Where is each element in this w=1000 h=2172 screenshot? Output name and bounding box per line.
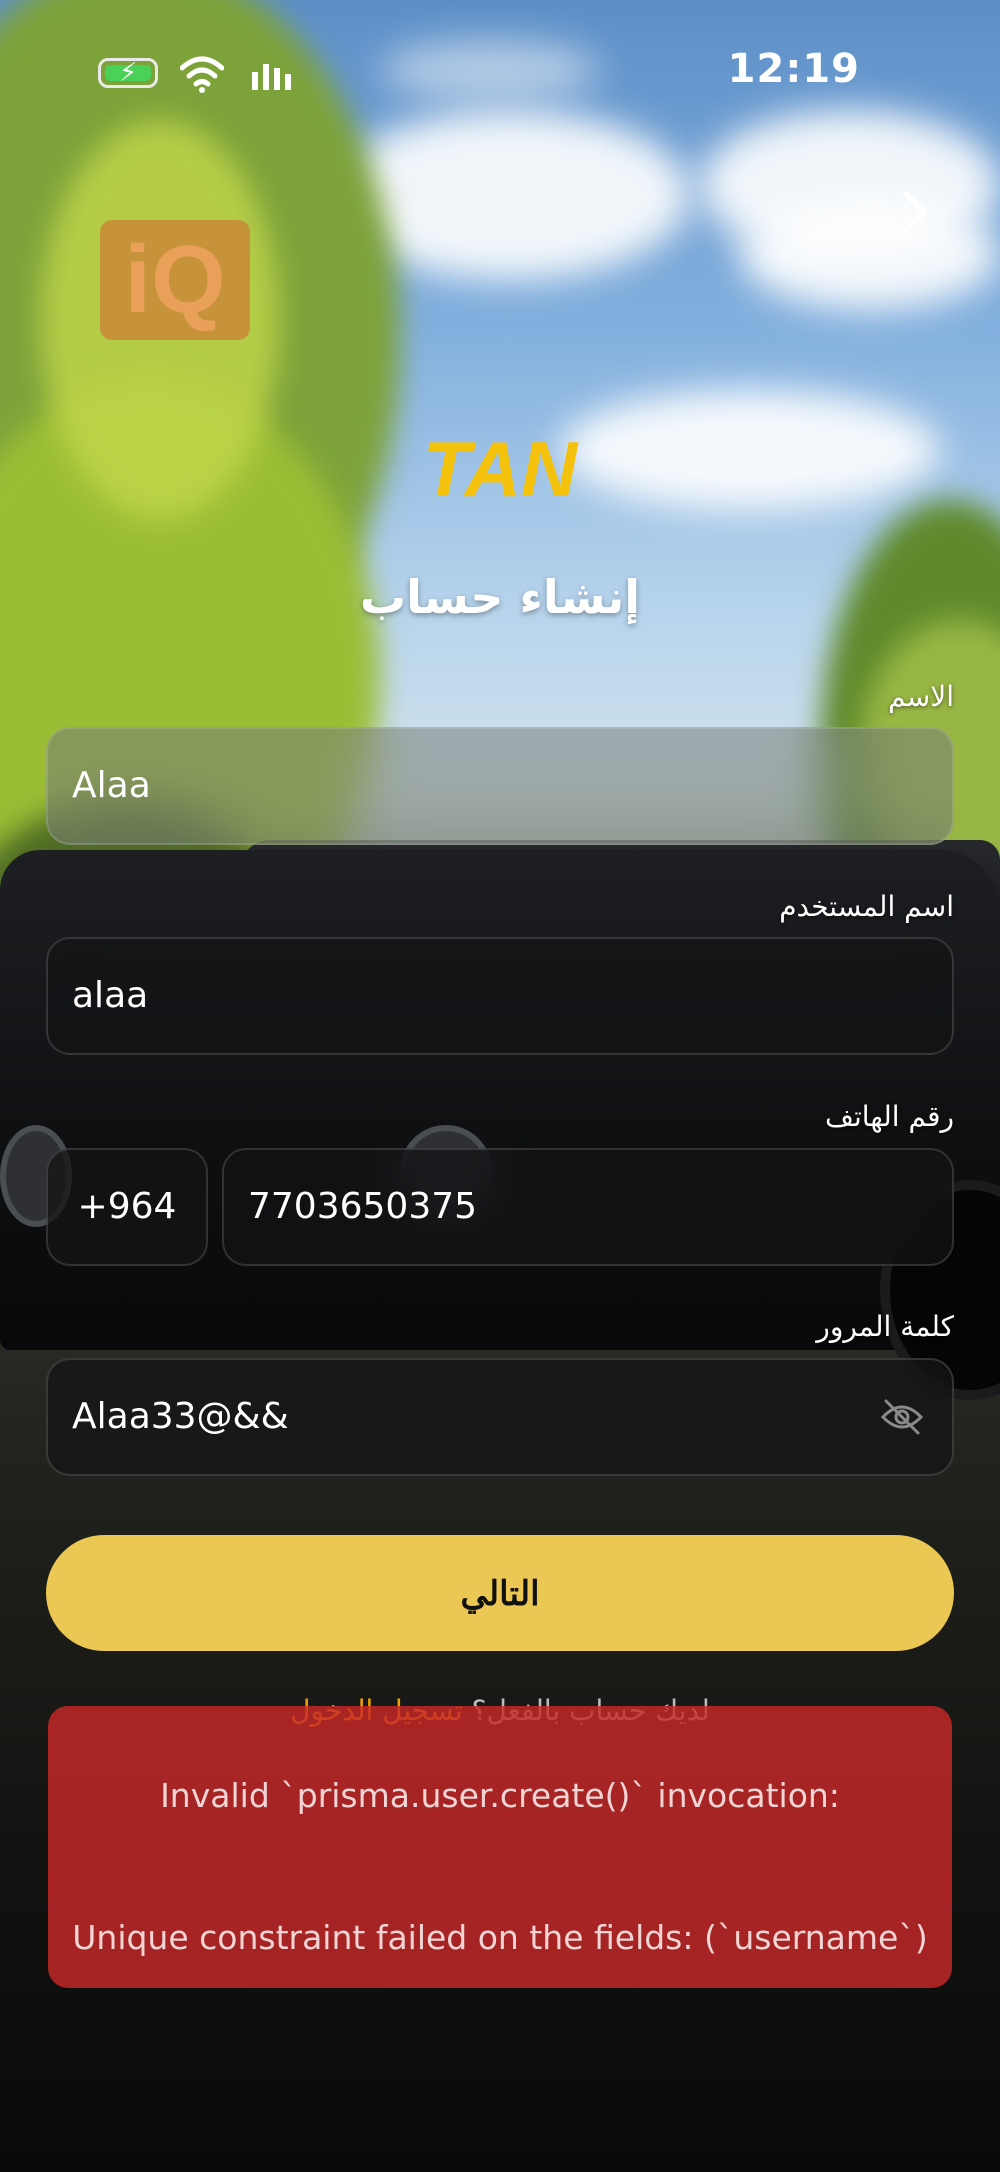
page-title: إنشاء حساب — [359, 570, 641, 624]
watermark-logo: iQ — [100, 220, 250, 340]
error-toast: Invalid `prisma.user.create()` invocatio… — [48, 1706, 952, 1988]
password-label: كلمة المرور — [816, 1310, 954, 1343]
phone-input[interactable]: 7703650375 — [222, 1148, 954, 1266]
error-message-line-2: Unique constraint failed on the fields: … — [72, 1918, 928, 1957]
username-input[interactable]: alaa — [46, 937, 954, 1055]
brand-logo: TAN — [423, 430, 579, 510]
wifi-icon — [180, 56, 224, 93]
battery-charging-icon: ⚡ — [98, 58, 158, 88]
eye-off-icon[interactable] — [880, 1397, 924, 1437]
username-label: اسم المستخدم — [779, 890, 954, 923]
status-time: 12:19 — [727, 46, 860, 92]
phone-label: رقم الهاتف — [825, 1100, 954, 1133]
signal-icon — [252, 64, 291, 90]
next-button[interactable]: التالي — [46, 1535, 954, 1651]
chevron-right-icon[interactable] — [900, 190, 930, 234]
name-label: الاسم — [888, 680, 954, 713]
status-bar: ⚡ 12:19 — [0, 0, 1000, 150]
error-message-line-1: Invalid `prisma.user.create()` invocatio… — [160, 1776, 840, 1815]
country-code-selector[interactable]: +964 — [46, 1148, 208, 1266]
svg-text:TAN: TAN — [423, 430, 579, 510]
name-input[interactable]: Alaa — [46, 727, 954, 845]
password-input[interactable]: Alaa33@&& — [46, 1358, 954, 1476]
